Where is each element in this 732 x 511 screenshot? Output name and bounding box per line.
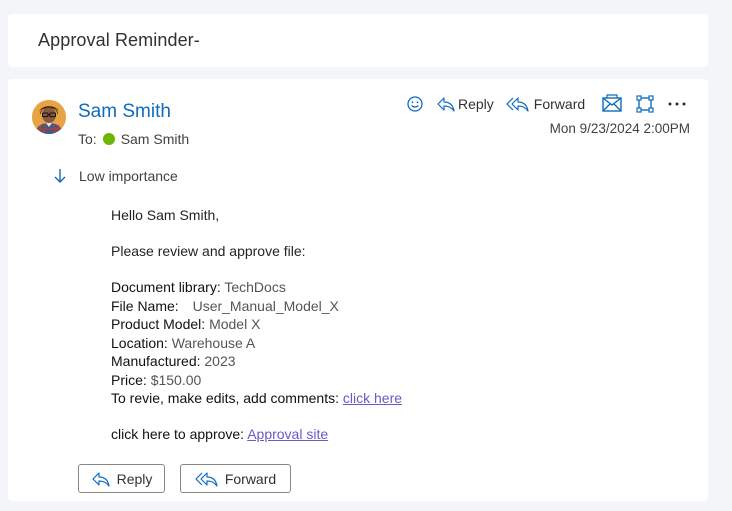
message-body: Hello Sam Smith, Please review and appro… <box>111 206 671 444</box>
reply-icon <box>91 471 110 487</box>
reply-icon <box>437 97 455 112</box>
forward-icon <box>195 471 218 487</box>
field-file-name: File Name: User_Manual_Model_X <box>111 297 671 316</box>
edit-line: To revie, make edits, add comments: clic… <box>111 389 671 408</box>
approve-line: click here to approve: Approval site <box>111 425 671 444</box>
field-value: User_Manual_Model_X <box>192 297 339 314</box>
field-label: Price: <box>111 371 147 388</box>
footer-reply-label: Reply <box>116 470 153 487</box>
field-value: 2023 <box>204 353 236 369</box>
sender-name[interactable]: Sam Smith <box>78 101 171 123</box>
more-actions-button[interactable] <box>667 95 687 113</box>
edit-link[interactable]: click here <box>343 390 402 406</box>
to-label: To: <box>78 131 97 147</box>
popout-icon <box>636 95 654 113</box>
subject-header: Approval Reminder- <box>8 14 708 67</box>
field-location: Location: Warehouse A <box>111 334 671 353</box>
edit-prompt: To revie, make edits, add comments: <box>111 390 339 406</box>
field-value: $150.00 <box>150 371 202 388</box>
importance-indicator: Low importance <box>52 167 178 185</box>
popout-button[interactable] <box>635 94 655 114</box>
field-manufactured: Manufactured: 2023 <box>111 352 671 371</box>
forward-button[interactable]: Forward <box>506 95 585 113</box>
recipient-line: To: Sam Smith <box>78 131 189 147</box>
reply-button[interactable]: Reply <box>436 95 494 113</box>
field-label: Location: <box>111 334 168 351</box>
field-value: Model X <box>209 316 261 332</box>
emoji-icon <box>407 96 423 112</box>
field-value: Warehouse A <box>171 334 256 351</box>
importance-label: Low importance <box>79 168 178 184</box>
field-label: File Name: <box>111 297 179 314</box>
footer-forward-button[interactable]: Forward <box>180 464 291 493</box>
field-document-library: Document library: TechDocs <box>111 278 671 297</box>
message-actions: Reply Forward <box>406 93 687 115</box>
approve-prompt: click here to approve: <box>111 426 245 442</box>
presence-available-icon <box>102 133 115 145</box>
field-value: TechDocs <box>224 279 286 295</box>
open-envelope-button[interactable] <box>601 94 623 114</box>
avatar[interactable] <box>32 100 66 134</box>
avatar-image <box>32 100 66 134</box>
more-icon <box>668 102 686 106</box>
field-price: Price: $150.00 <box>111 371 671 390</box>
intro-text: Please review and approve file: <box>111 243 306 259</box>
field-label: Document library: <box>111 279 221 295</box>
low-importance-arrow-icon <box>54 169 66 183</box>
recipient-name[interactable]: Sam Smith <box>121 131 189 147</box>
envelope-icon <box>602 94 622 112</box>
greeting: Hello Sam Smith, <box>111 207 220 223</box>
message-card: Sam Smith To: Sam Smith Reply Forward Mo… <box>8 79 708 501</box>
footer-forward-label: Forward <box>224 470 277 487</box>
forward-label: Forward <box>533 96 586 112</box>
field-product-model: Product Model: Model X <box>111 315 671 334</box>
approval-site-link[interactable]: Approval site <box>247 426 328 442</box>
subject-title: Approval Reminder- <box>38 30 200 50</box>
field-label: Manufactured: <box>111 353 201 369</box>
message-date: Mon 9/23/2024 2:00PM <box>549 121 690 136</box>
field-label: Product Model: <box>111 316 206 332</box>
forward-icon <box>506 97 529 112</box>
footer-reply-button[interactable]: Reply <box>78 464 165 493</box>
reply-label: Reply <box>458 96 494 112</box>
emoji-button[interactable] <box>406 95 424 113</box>
